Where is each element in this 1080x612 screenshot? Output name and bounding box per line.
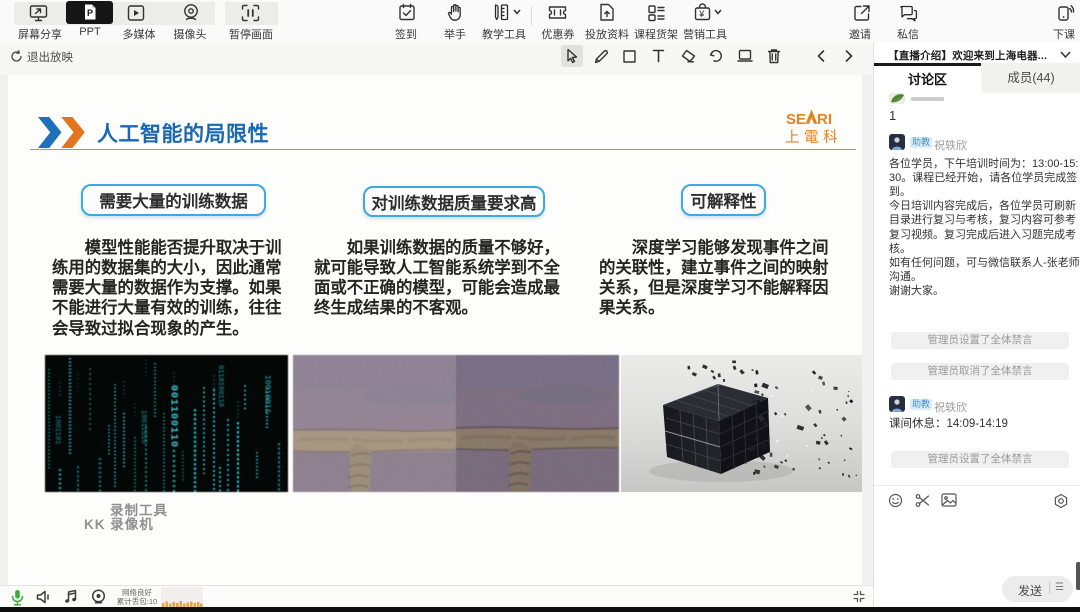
svg-text:P: P: [87, 8, 93, 18]
svg-text:0110100110: 0110100110: [216, 365, 224, 407]
svg-text:¥: ¥: [698, 9, 705, 19]
svg-text:001100110: 001100110: [168, 385, 179, 448]
svg-text:10010011: 10010011: [263, 375, 272, 414]
svg-text:SE: SE: [786, 111, 806, 128]
svg-text:1001101: 1001101: [53, 415, 61, 444]
svg-text:10011010: 10011010: [139, 410, 147, 444]
svg-text:上電科: 上電科: [785, 129, 842, 146]
svg-text:RI: RI: [817, 111, 832, 128]
